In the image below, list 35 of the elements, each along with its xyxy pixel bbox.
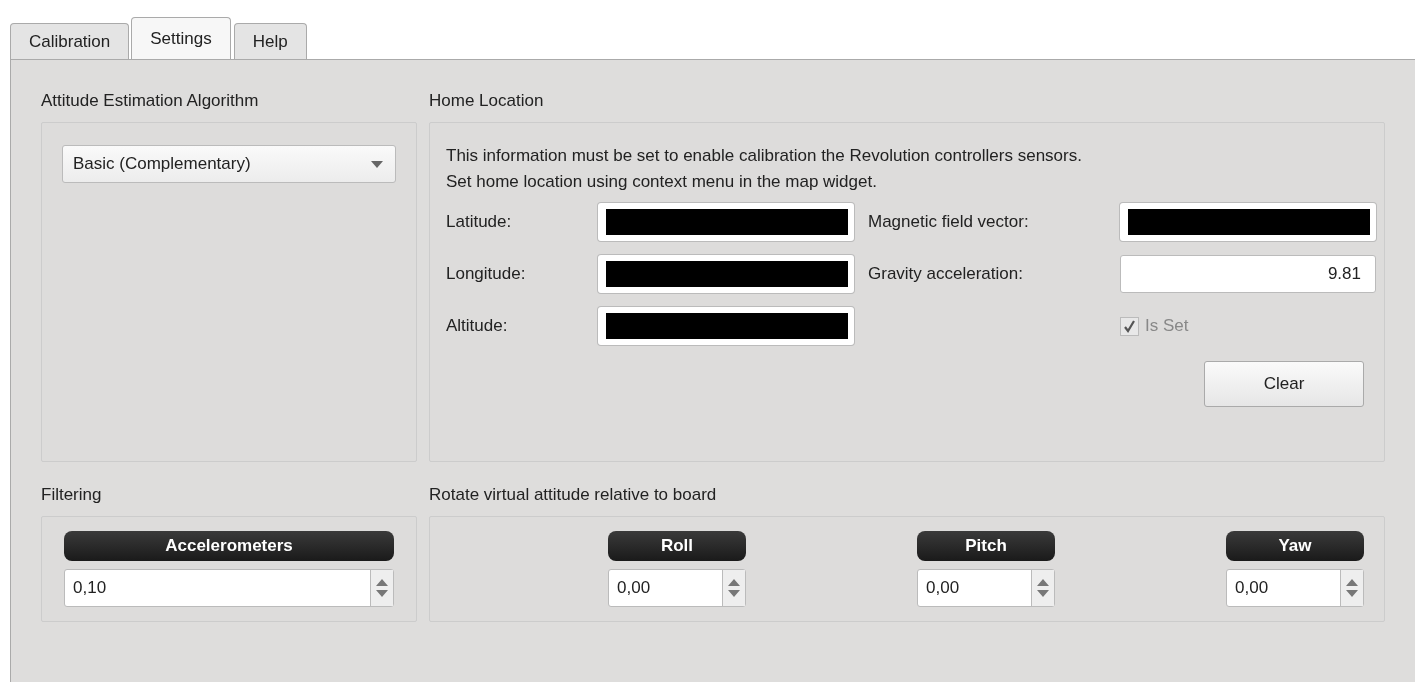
field-label: Latitude: bbox=[446, 212, 513, 232]
group-title: Rotate virtual attitude relative to board bbox=[429, 484, 718, 506]
checkmark-icon bbox=[1123, 319, 1136, 333]
input-field[interactable] bbox=[598, 255, 854, 293]
input-field[interactable] bbox=[598, 203, 854, 241]
spin-box[interactable]: 0,00 bbox=[608, 569, 746, 607]
field-label: Altitude: bbox=[446, 316, 509, 336]
clear-button[interactable]: Clear bbox=[1204, 361, 1364, 407]
field-label: Gravity acceleration: bbox=[868, 264, 1024, 284]
spin-arrows-icon bbox=[1031, 570, 1054, 606]
spin-arrows-icon bbox=[1340, 570, 1363, 606]
spin-arrows-icon bbox=[722, 570, 745, 606]
group-title: Filtering bbox=[41, 484, 103, 506]
spinner-label: Accelerometers bbox=[64, 531, 394, 561]
tab[interactable]: Help bbox=[233, 23, 307, 59]
spin-box[interactable]: 0,00 bbox=[1226, 569, 1364, 607]
field-label: Magnetic field vector: bbox=[868, 212, 1030, 232]
input-field[interactable] bbox=[1120, 203, 1376, 241]
spin-arrows-icon bbox=[370, 570, 393, 606]
spin-box[interactable]: 0,00 bbox=[917, 569, 1055, 607]
tab[interactable]: Calibration bbox=[10, 23, 130, 59]
spin-box[interactable]: 0,10 bbox=[64, 569, 394, 607]
info-text: This information must be set to enable calibration the Revolution controllers sensors. bbox=[446, 145, 1083, 167]
group-title: Attitude Estimation Algorithm bbox=[41, 90, 260, 112]
group-title: Home Location bbox=[429, 90, 545, 112]
spinner-label: Yaw bbox=[1226, 531, 1364, 561]
input-field[interactable]: 9.81 bbox=[1120, 255, 1376, 293]
spinner-label: Pitch bbox=[917, 531, 1055, 561]
spinner-label: Roll bbox=[608, 531, 746, 561]
algorithm-dropdown[interactable]: Basic (Complementary) bbox=[62, 145, 396, 183]
field-label: Longitude: bbox=[446, 264, 527, 284]
info-text: Set home location using context menu in the map widget. bbox=[446, 171, 878, 193]
input-field[interactable] bbox=[598, 307, 854, 345]
tab[interactable]: Settings bbox=[131, 17, 231, 59]
caret-icon bbox=[371, 160, 383, 168]
